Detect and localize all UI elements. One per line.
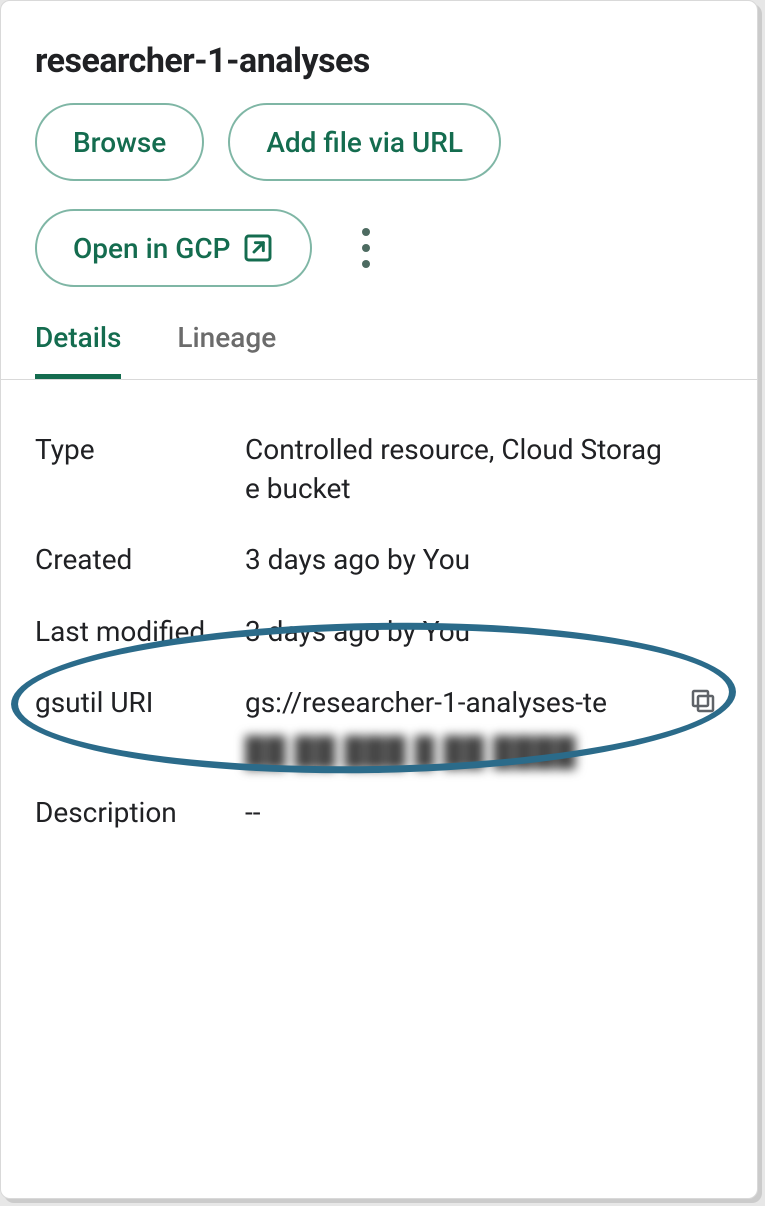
details-section: Type Controlled resource, Cloud Storage … xyxy=(1,380,757,848)
label-type: Type xyxy=(35,430,245,469)
row-modified: Last modified 3 days ago by You xyxy=(35,596,723,667)
label-gsutil-uri: gsutil URI xyxy=(35,683,245,722)
value-modified: 3 days ago by You xyxy=(245,612,723,651)
kebab-icon xyxy=(361,226,371,270)
tab-details[interactable]: Details xyxy=(35,321,121,379)
resource-panel: researcher-1-analyses Browse Add file vi… xyxy=(0,0,758,1199)
row-created: Created 3 days ago by You xyxy=(35,524,723,595)
action-bar-row2: Open in GCP xyxy=(1,191,757,297)
tab-bar: Details Lineage xyxy=(1,297,757,380)
tab-lineage[interactable]: Lineage xyxy=(177,321,276,379)
value-type: Controlled resource, Cloud Storage bucke… xyxy=(245,430,723,508)
label-created: Created xyxy=(35,540,245,579)
value-gsutil-uri: gs://researcher-1-analyses-te ██ ██ ███ … xyxy=(245,683,723,761)
external-link-icon xyxy=(242,232,274,264)
copy-uri-button[interactable] xyxy=(683,681,723,721)
resource-title: researcher-1-analyses xyxy=(1,1,757,103)
action-bar: Browse Add file via URL xyxy=(1,103,757,191)
add-file-via-url-label: Add file via URL xyxy=(266,126,463,159)
value-description: -- xyxy=(245,793,723,832)
row-type: Type Controlled resource, Cloud Storage … xyxy=(35,414,723,524)
browse-button-label: Browse xyxy=(73,126,166,159)
more-actions-button[interactable] xyxy=(344,218,388,278)
row-gsutil-uri: gsutil URI gs://researcher-1-analyses-te… xyxy=(35,667,723,777)
row-description: Description -- xyxy=(35,777,723,848)
add-file-via-url-button[interactable]: Add file via URL xyxy=(228,103,501,181)
open-in-gcp-button[interactable]: Open in GCP xyxy=(35,209,312,287)
gsutil-uri-redacted: ██ ██ ███ █ ██ ████ xyxy=(245,732,576,756)
copy-icon xyxy=(688,686,718,716)
open-in-gcp-label: Open in GCP xyxy=(73,232,230,265)
browse-button[interactable]: Browse xyxy=(35,103,204,181)
label-description: Description xyxy=(35,793,245,832)
value-created: 3 days ago by You xyxy=(245,540,723,579)
label-modified: Last modified xyxy=(35,612,245,651)
gsutil-uri-text: gs://researcher-1-analyses-te xyxy=(245,686,607,719)
